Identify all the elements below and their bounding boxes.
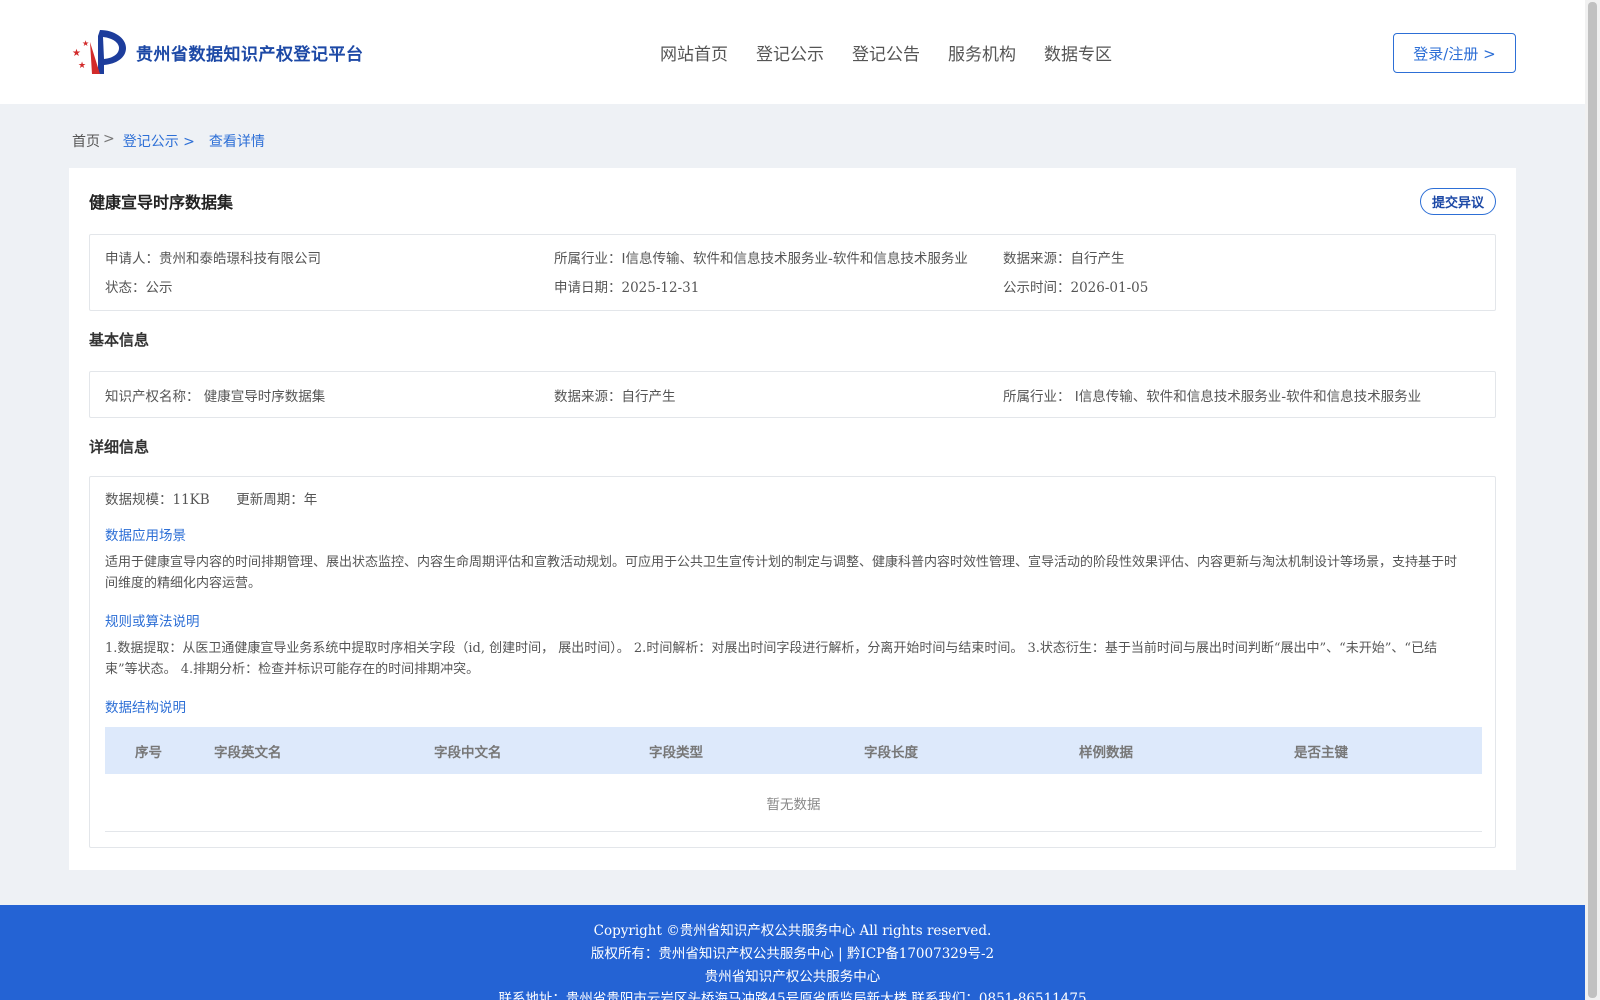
ip-name-field: 知识产权名称： 健康宣导时序数据集 <box>105 385 325 405</box>
data-scale-label: 数据规模： <box>105 492 173 508</box>
breadcrumb: 首页 > 登记公示 > 查看详情 <box>72 131 265 151</box>
nav-registration-publicity[interactable]: 登记公示 <box>756 40 824 65</box>
breadcrumb-current: 查看详情 <box>208 134 265 150</box>
status-label: 状态： <box>105 280 146 296</box>
status-field: 状态：公示 <box>105 276 173 296</box>
rule-algorithm-text: 1.数据提取：从医卫通健康宣导业务系统中提取时序相关字段（id, 创建时间， 展… <box>105 641 1438 677</box>
application-scene-text: 适用于健康宣导内容的时间排期管理、展出状态监控、内容生命周期评估和宣教活动规划。… <box>105 555 1458 591</box>
basic-source-label: 数据来源： <box>554 389 622 405</box>
basic-industry-field: 所属行业： I信息传输、软件和信息技术服务业-软件和信息技术服务业 <box>1003 385 1421 405</box>
data-structure-title: 数据结构说明 <box>105 700 186 716</box>
publish-date-value: 2026-01-05 <box>1070 280 1149 296</box>
footer-contact: 联系地址：贵州省贵阳市云岩区头桥海马冲路45号原省质监局新大楼 联系我们：085… <box>498 991 1087 1000</box>
apply-date-field: 申请日期：2025-12-31 <box>554 276 699 296</box>
publish-date-label: 公示时间： <box>1003 280 1071 296</box>
submit-objection-button[interactable]: 提交异议 <box>1420 188 1496 215</box>
breadcrumb-home[interactable]: 首页 <box>72 131 100 151</box>
industry-value: I信息传输、软件和信息技术服务业-软件和信息技术服务业 <box>621 251 968 267</box>
detail-info-box: 数据规模：11KB 更新周期：年 数据应用场景 适用于健康宣导内容的时间排期管理… <box>89 476 1496 848</box>
update-cycle-label: 更新周期： <box>236 492 304 508</box>
main-nav: 网站首页 登记公示 登记公告 服务机构 数据专区 <box>660 40 1140 65</box>
nav-service-agencies[interactable]: 服务机构 <box>948 40 1016 65</box>
column-header-index: 序号 <box>135 745 162 761</box>
detail-info-title: 详细信息 <box>89 438 150 456</box>
data-scale-value: 11KB <box>172 492 210 508</box>
applicant-label: 申请人： <box>105 251 159 267</box>
column-header-primary-key: 是否主键 <box>1294 745 1348 761</box>
nav-home[interactable]: 网站首页 <box>660 40 728 65</box>
login-register-button[interactable]: 登录/注册 > <box>1393 33 1516 73</box>
site-header: ★ ★ ★ 贵州省数据知识产权登记平台 网站首页 登记公示 登记公告 服务机构 … <box>0 0 1585 104</box>
status-value: 公示 <box>145 280 173 296</box>
table-empty-state: 暂无数据 <box>105 775 1482 832</box>
column-header-sample-data: 样例数据 <box>1079 745 1133 761</box>
applicant-field: 申请人：贵州和泰皓璟科技有限公司 <box>105 247 321 267</box>
application-scene-title: 数据应用场景 <box>105 528 186 544</box>
site-logo[interactable]: ★ ★ ★ 贵州省数据知识产权登记平台 <box>70 28 364 76</box>
basic-industry-label: 所属行业： <box>1003 389 1071 405</box>
svg-text:★: ★ <box>72 48 81 59</box>
svg-text:★: ★ <box>78 61 86 71</box>
column-header-field-en: 字段英文名 <box>214 745 282 761</box>
industry-field: 所属行业：I信息传输、软件和信息技术服务业-软件和信息技术服务业 <box>554 247 968 267</box>
source-field: 数据来源：自行产生 <box>1003 247 1125 267</box>
applicant-value: 贵州和泰皓璟科技有限公司 <box>159 251 321 267</box>
basic-source-field: 数据来源：自行产生 <box>554 385 676 405</box>
structure-table-header: 序号 字段英文名 字段中文名 字段类型 字段长度 样例数据 是否主键 <box>105 727 1482 774</box>
scrollbar-thumb[interactable] <box>1588 2 1597 998</box>
page-scrollbar[interactable] <box>1585 0 1600 1000</box>
source-value: 自行产生 <box>1070 251 1125 267</box>
detail-card: 健康宣导时序数据集 提交异议 申请人：贵州和泰皓璟科技有限公司 所属行业：I信息… <box>69 168 1516 870</box>
logo-icon: ★ ★ ★ <box>72 30 126 74</box>
source-label: 数据来源： <box>1003 251 1071 267</box>
site-footer: Copyright ©贵州省知识产权公共服务中心 All rights rese… <box>0 905 1585 1000</box>
basic-industry-value: I信息传输、软件和信息技术服务业-软件和信息技术服务业 <box>1074 389 1422 405</box>
ip-name-label: 知识产权名称： <box>105 389 200 405</box>
column-header-field-length: 字段长度 <box>864 745 918 761</box>
svg-text:★: ★ <box>82 39 89 48</box>
breadcrumb-registration-publicity[interactable]: 登记公示 > <box>123 131 195 151</box>
industry-label: 所属行业： <box>554 251 622 267</box>
column-header-field-cn: 字段中文名 <box>434 745 502 761</box>
logo-text: 贵州省数据知识产权登记平台 <box>136 44 364 65</box>
nav-registration-announcement[interactable]: 登记公告 <box>852 40 920 65</box>
footer-copyright: Copyright ©贵州省知识产权公共服务中心 All rights rese… <box>593 923 992 939</box>
column-header-field-type: 字段类型 <box>649 745 703 761</box>
nav-data-zone[interactable]: 数据专区 <box>1044 40 1112 65</box>
basic-info-title: 基本信息 <box>89 331 150 349</box>
basic-source-value: 自行产生 <box>621 389 676 405</box>
data-scale-field: 数据规模：11KB 更新周期：年 <box>105 488 317 508</box>
breadcrumb-separator: > <box>103 131 115 147</box>
basic-info-box: 知识产权名称： 健康宣导时序数据集 数据来源：自行产生 所属行业： I信息传输、… <box>89 371 1496 418</box>
ip-name-value: 健康宣导时序数据集 <box>203 389 326 405</box>
apply-date-value: 2025-12-31 <box>621 280 700 296</box>
footer-ownership: 版权所有：贵州省知识产权公共服务中心 | 黔ICP备17007329号-2 <box>590 946 995 962</box>
publish-date-field: 公示时间：2026-01-05 <box>1003 276 1148 296</box>
summary-box: 申请人：贵州和泰皓璟科技有限公司 所属行业：I信息传输、软件和信息技术服务业-软… <box>89 234 1496 311</box>
footer-organization: 贵州省知识产权公共服务中心 <box>704 969 881 985</box>
page-title: 健康宣导时序数据集 <box>89 193 234 212</box>
update-cycle-value: 年 <box>303 492 318 508</box>
rule-algorithm-title: 规则或算法说明 <box>105 614 200 630</box>
apply-date-label: 申请日期： <box>554 280 622 296</box>
